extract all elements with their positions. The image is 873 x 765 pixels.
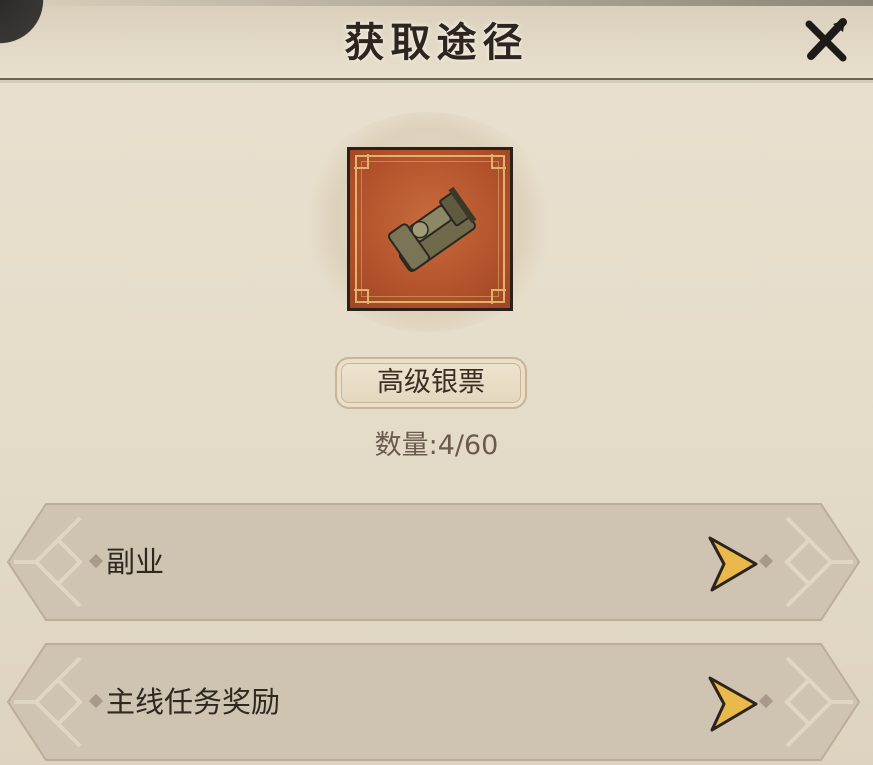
source-row-main-quest[interactable]: 主线任务奖励 (6, 642, 861, 762)
title-bar: 获取途径 (0, 0, 873, 80)
close-icon (805, 18, 847, 62)
item-name-plate: 高级银票 (335, 357, 527, 409)
ticket-icon (354, 154, 506, 304)
item-quantity: 数量:4/60 (374, 430, 499, 461)
source-label: 副业 (106, 545, 165, 579)
edge-shadow (0, 0, 873, 6)
item-icon-frame (347, 147, 513, 311)
chevron-right-icon (708, 536, 758, 592)
source-row-side-job[interactable]: 副业 (6, 502, 861, 622)
chevron-right-icon (708, 676, 758, 732)
close-button[interactable] (803, 18, 849, 64)
dialog-title: 获取途径 (344, 19, 529, 66)
source-label: 主线任务奖励 (106, 685, 281, 719)
